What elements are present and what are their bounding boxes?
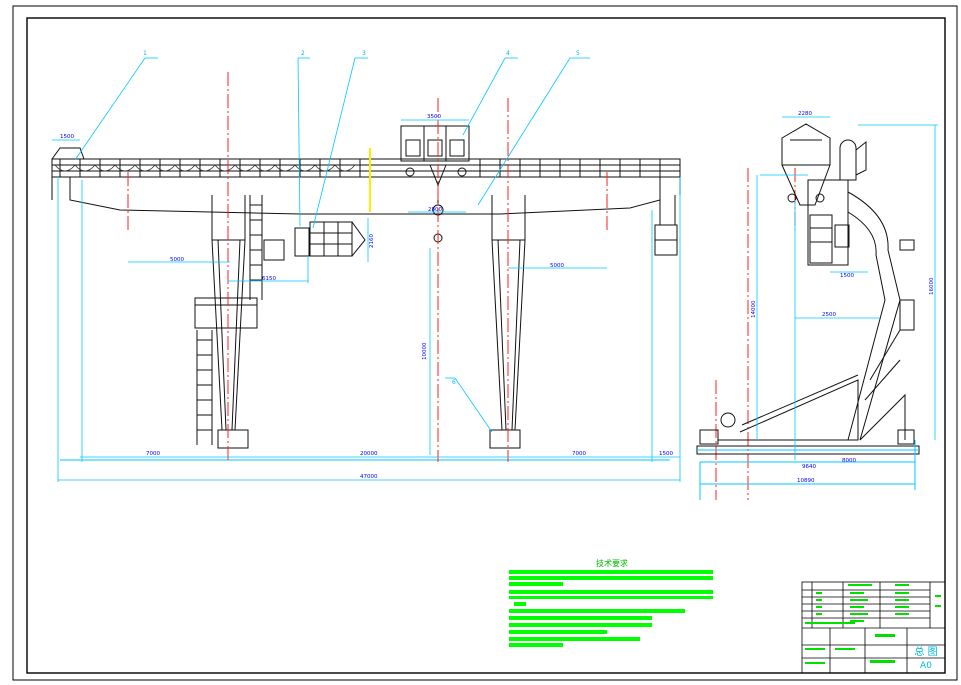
dim-3500: 3500 bbox=[427, 114, 441, 120]
dim-10000: 10000 bbox=[422, 342, 428, 360]
dim-14000: 14000 bbox=[751, 300, 757, 318]
side-dimension-lines bbox=[756, 116, 938, 460]
dim-1500-bottom: 1500 bbox=[659, 451, 673, 457]
centerlines bbox=[127, 72, 796, 500]
right-wheel-box bbox=[489, 429, 521, 449]
callout-6: 6 bbox=[452, 379, 456, 386]
main-girder bbox=[51, 158, 681, 178]
girder-railing bbox=[59, 159, 661, 177]
operator-cab bbox=[294, 221, 366, 257]
outer-frame bbox=[12, 5, 958, 681]
notes-title: 技术要求 bbox=[596, 558, 628, 568]
dim-1500-side: 1500 bbox=[840, 273, 854, 279]
dim-2800: 2800 bbox=[428, 207, 442, 213]
side-trolley-cab bbox=[781, 123, 831, 166]
dim-1500-top: 1500 bbox=[60, 134, 74, 140]
dim-5000-left: 5000 bbox=[170, 257, 184, 263]
left-leg bbox=[211, 195, 249, 449]
dim-8000: 8000 bbox=[842, 458, 856, 464]
crane-drawing: 1 2 3 4 5 6 1500 3500 2800 5000 6150 500… bbox=[12, 5, 958, 681]
dim-9640: 9640 bbox=[802, 464, 816, 470]
side-wheel bbox=[720, 412, 736, 428]
dimension-lines bbox=[52, 57, 681, 482]
front-elevation bbox=[51, 125, 681, 461]
side-leg-inner bbox=[847, 211, 886, 441]
callout-2: 2 bbox=[301, 50, 305, 57]
dim-2160: 2160 bbox=[369, 234, 375, 248]
callout-labels: 1 2 3 4 5 6 bbox=[143, 50, 580, 386]
callout-1: 1 bbox=[143, 50, 147, 57]
ladder bbox=[194, 195, 285, 445]
side-elevation bbox=[696, 123, 920, 500]
dim-10890: 10890 bbox=[797, 478, 815, 484]
drawing-name: 总 图 bbox=[914, 645, 937, 658]
callout-5: 5 bbox=[576, 50, 580, 57]
sheet-size: A0 bbox=[920, 661, 932, 671]
dimension-texts: 1500 3500 2800 5000 6150 5000 7000 20000… bbox=[60, 111, 935, 484]
girder-bottom bbox=[69, 177, 661, 215]
dim-5000-right: 5000 bbox=[550, 263, 564, 269]
side-girder-section bbox=[807, 179, 849, 266]
callout-3: 3 bbox=[362, 50, 366, 57]
title-block bbox=[801, 581, 946, 674]
dim-20000: 20000 bbox=[360, 451, 378, 457]
dim-2500: 2500 bbox=[822, 312, 836, 318]
dim-16000: 16000 bbox=[929, 277, 935, 295]
callout-4: 4 bbox=[506, 50, 510, 57]
dim-7000-left: 7000 bbox=[146, 451, 160, 457]
trolley bbox=[400, 125, 470, 243]
dim-2280: 2280 bbox=[798, 111, 812, 117]
dim-7000-right: 7000 bbox=[572, 451, 586, 457]
notes-bars bbox=[509, 570, 713, 647]
dim-6150: 6150 bbox=[262, 276, 276, 282]
left-wheel-box bbox=[217, 429, 249, 449]
dim-47000: 47000 bbox=[360, 474, 378, 480]
side-leg-outer bbox=[847, 191, 901, 441]
